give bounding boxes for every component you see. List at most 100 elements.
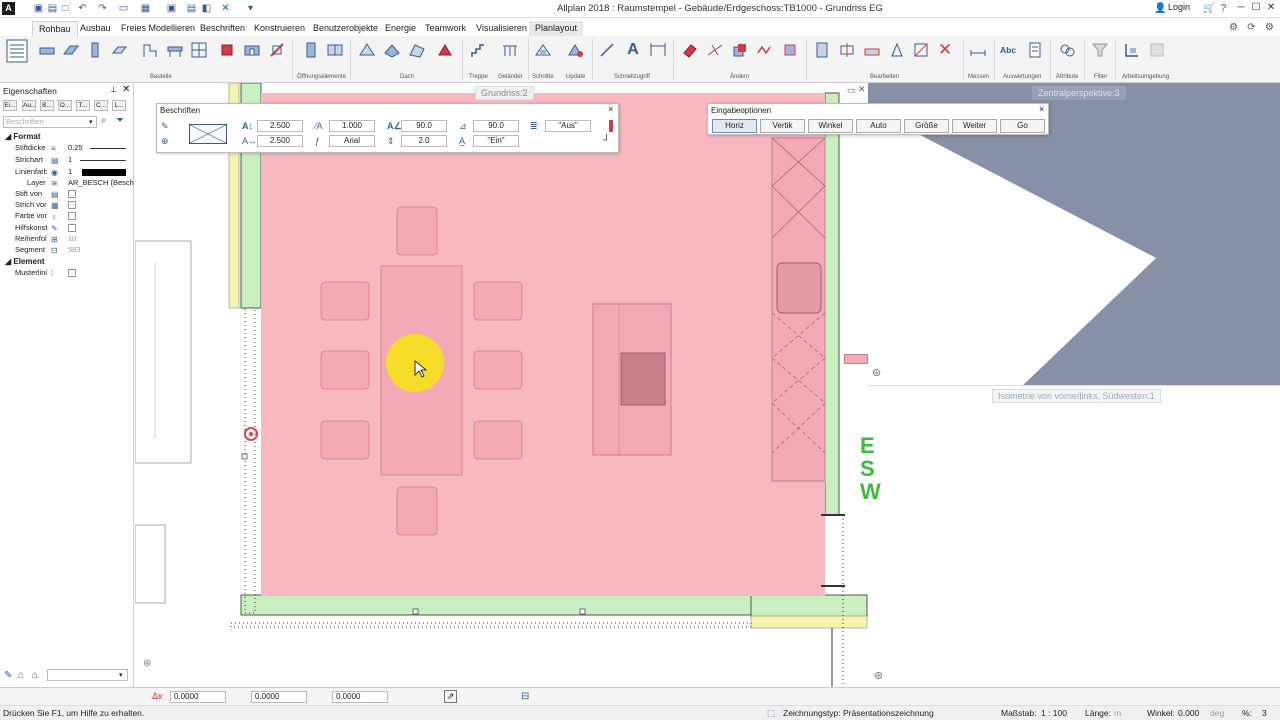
login-link[interactable]: Login: [1168, 2, 1190, 12]
stretch-icon[interactable]: [781, 41, 799, 59]
section-icon[interactable]: [534, 41, 552, 59]
options-icon[interactable]: ⚙: [1264, 22, 1275, 33]
close-window-button[interactable]: ✕: [1264, 1, 1278, 15]
tab-eigenschaften[interactable]: Ei...: [3, 100, 17, 111]
recess-icon[interactable]: [268, 41, 286, 59]
staircase-icon[interactable]: [470, 41, 488, 59]
text-tool-icon[interactable]: A: [624, 41, 642, 59]
text-frame-preview[interactable]: [189, 124, 227, 144]
alignment-icon[interactable]: ┘: [603, 135, 610, 146]
text-height-input[interactable]: 2.500: [257, 120, 303, 132]
tab-l-panel[interactable]: L...: [112, 100, 126, 111]
workspace-icon[interactable]: [1123, 41, 1141, 59]
angle-value[interactable]: 0.000: [1178, 708, 1199, 718]
prop-row-strich-von[interactable]: Strich von ▦: [0, 200, 133, 211]
stairs-icon[interactable]: [142, 41, 160, 59]
favorites-dropdown-arrow[interactable]: ▾: [119, 671, 123, 679]
font-select[interactable]: Arial: [329, 135, 375, 147]
point-input-icon[interactable]: ⊟: [521, 691, 529, 702]
tab-o-panel[interactable]: O...: [58, 100, 72, 111]
sync-icon[interactable]: ⟳: [1246, 22, 1257, 33]
dropdown-arrow-icon[interactable]: ▾: [89, 118, 93, 126]
filter-icon[interactable]: ⏷: [116, 115, 124, 126]
layer-icon[interactable]: ◧: [201, 3, 212, 14]
text-width-input[interactable]: 2.500: [257, 135, 303, 147]
layout-icon[interactable]: ▦: [140, 3, 151, 14]
roof-icon[interactable]: [358, 41, 376, 59]
print-icon[interactable]: ▤: [186, 3, 197, 14]
tab-planlayout[interactable]: Planlayout: [529, 21, 584, 36]
slab-icon[interactable]: [62, 41, 80, 59]
tab-energie[interactable]: Energie: [379, 21, 422, 36]
checkbox[interactable]: [68, 269, 76, 277]
underline-select[interactable]: "Aus": [545, 120, 591, 132]
prop-row-linienfarbe[interactable]: Linienfarbe ◉ 1: [0, 167, 133, 178]
angle-unit[interactable]: deg: [1210, 708, 1224, 718]
prop-row-segment[interactable]: Segment ⊡ 583: [0, 245, 133, 256]
tab-beschriften[interactable]: Beschriften: [194, 21, 251, 36]
select-icon[interactable]: ⌂: [18, 670, 24, 681]
isometric-view[interactable]: Isometrie von vorne/links, Südwesten:1 E…: [860, 385, 1280, 687]
option-vertik-button[interactable]: Vertik: [760, 119, 805, 133]
option-go-button[interactable]: Go: [1000, 119, 1045, 133]
frame-select[interactable]: "Ein": [473, 135, 519, 147]
prop-row-strichart[interactable]: Strichart ▤ 1: [0, 155, 133, 166]
italic-angle-input[interactable]: 90.0: [473, 120, 519, 132]
tab-t-panel[interactable]: T...: [76, 100, 90, 111]
prop-row-stift-von[interactable]: Stift von ▤: [0, 189, 133, 200]
minimize-button[interactable]: ─: [1234, 1, 1248, 15]
window-icon[interactable]: ▭: [118, 3, 129, 14]
checkbox[interactable]: [68, 224, 76, 232]
checkbox[interactable]: [68, 190, 76, 198]
column-icon[interactable]: [86, 41, 104, 59]
undo-icon[interactable]: ↶: [77, 3, 88, 14]
help-icon[interactable]: ?: [1218, 3, 1229, 14]
tab-freies-modellieren[interactable]: Freies Modellieren: [115, 21, 201, 36]
display-icon[interactable]: ▣: [166, 3, 177, 14]
split-icon[interactable]: [838, 41, 856, 59]
measure-icon[interactable]: [969, 41, 987, 59]
option-winkel-button[interactable]: Winkel: [808, 119, 853, 133]
save-icon[interactable]: ▣: [33, 3, 44, 14]
roof-covering-icon[interactable]: [436, 41, 454, 59]
option-groesse-button[interactable]: Größe: [904, 119, 949, 133]
properties-search-input[interactable]: Beschriften: [3, 116, 97, 128]
workspace-settings-icon[interactable]: [1148, 41, 1166, 59]
delete-icon[interactable]: ✕: [936, 41, 954, 59]
tab-ausbau[interactable]: Ausbau: [74, 21, 117, 36]
floor-plan-canvas[interactable]: Grundriss:2 ▭ ✕ ⊛: [135, 83, 868, 687]
prop-row-layer[interactable]: Layer ≋ AR_BESCH (Besch: [0, 178, 134, 189]
search-icon[interactable]: ⌕: [101, 115, 107, 126]
tab-c-panel[interactable]: C...: [94, 100, 108, 111]
close-icon[interactable]: ×: [608, 104, 613, 114]
option-auto-button[interactable]: Auto: [856, 119, 901, 133]
text-style-icon[interactable]: ⊕: [161, 135, 173, 147]
edit-icon[interactable]: ✎: [4, 670, 12, 681]
checkbox[interactable]: [68, 212, 76, 220]
favorites-dropdown[interactable]: [47, 669, 128, 681]
opening-icon[interactable]: [243, 41, 261, 59]
length-unit[interactable]: m: [1114, 708, 1121, 718]
option-weiter-button[interactable]: Weiter: [952, 119, 997, 133]
pen-tool-icon[interactable]: ✎: [161, 120, 173, 132]
settings-icon[interactable]: ⚙: [1228, 22, 1239, 33]
pin-icon[interactable]: ⊥: [110, 85, 117, 94]
update-icon[interactable]: [566, 41, 584, 59]
prop-row-farbe-von[interactable]: Farbe von ♁: [0, 211, 133, 222]
tab-konstruieren[interactable]: Konstruieren: [248, 21, 311, 36]
tab-ausbau-panel[interactable]: Au...: [22, 100, 36, 111]
coord-mode-icon[interactable]: ⇗: [444, 690, 457, 703]
text-angle-input[interactable]: 90.0: [401, 120, 447, 132]
navigation-cube-icon[interactable]: ⊛: [874, 669, 883, 682]
percent-value[interactable]: 3: [1262, 708, 1267, 718]
tools-icon[interactable]: ✕: [220, 3, 231, 14]
dimension-icon[interactable]: [649, 41, 667, 59]
red-element-icon[interactable]: [218, 41, 236, 59]
properties-palette-icon[interactable]: [6, 39, 28, 65]
cart-icon[interactable]: 🛒: [1203, 3, 1215, 14]
open-icon[interactable]: ▤: [47, 3, 58, 14]
window-element-icon[interactable]: [326, 41, 344, 59]
prop-row-stiftdicke[interactable]: Stiftdicke ≡ 0.25: [0, 143, 133, 154]
prop-row-hilfskonstruktion[interactable]: Hilfskonst ✎: [0, 223, 133, 234]
close-icon[interactable]: ✕: [122, 84, 130, 95]
